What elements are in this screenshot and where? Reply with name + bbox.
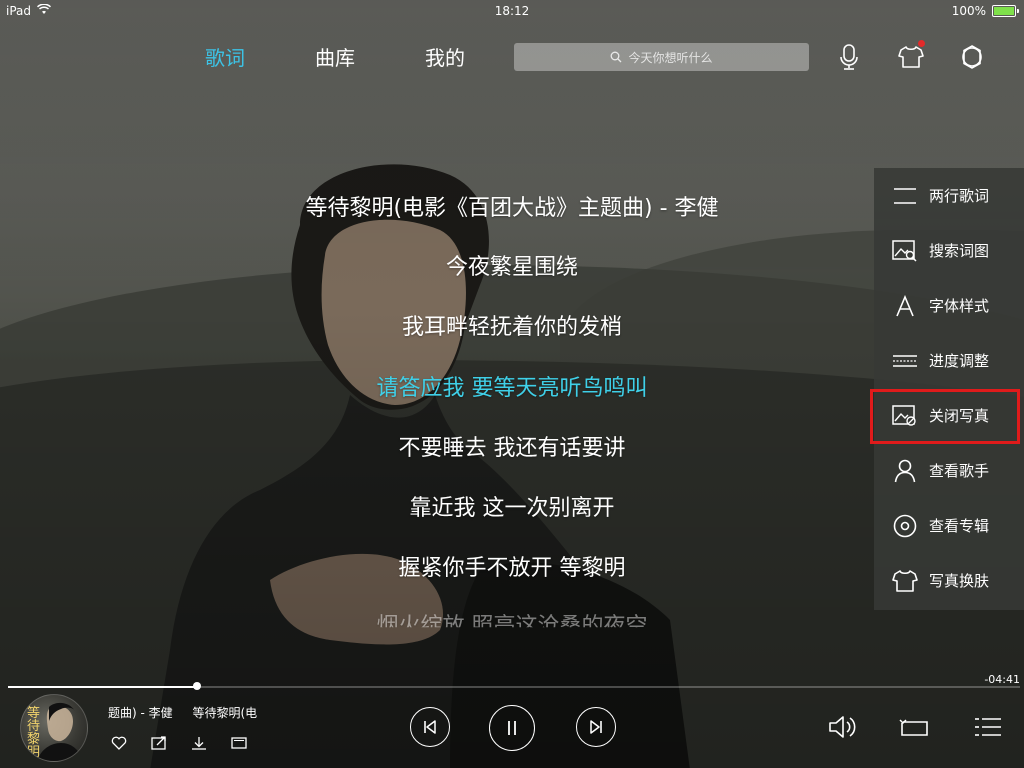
tshirt-skin-icon [898, 46, 924, 68]
microphone-button[interactable] [834, 40, 864, 74]
lyric-line: 靠近我 这一次别离开 [409, 496, 615, 521]
status-bar: iPad 18:12 100% [0, 0, 1024, 22]
cover-portrait [37, 702, 83, 761]
volume-button[interactable] [826, 712, 860, 742]
loop-mode-icon [899, 719, 928, 736]
search-icon [610, 48, 622, 67]
pause-icon [508, 721, 516, 735]
album-cover[interactable]: 等待黎明 [20, 694, 88, 762]
two-lines-icon [888, 186, 922, 206]
search-placeholder: 今天你想听什么 [628, 50, 713, 65]
settings-gear-icon [962, 45, 982, 69]
battery-icon [992, 5, 1019, 17]
loop-mode-button[interactable] [898, 712, 932, 742]
status-time: 18:12 [494, 4, 530, 18]
person-icon [888, 459, 922, 483]
next-button[interactable] [576, 707, 616, 747]
microphone-icon [840, 44, 858, 70]
image-search-icon [888, 239, 922, 262]
mv-icon[interactable] [230, 735, 248, 751]
song-album-scroll: 等待黎明(电 [192, 706, 258, 720]
top-tabs: 歌词 曲库 我的 [205, 42, 535, 71]
progress-fill [8, 686, 198, 688]
share-icon[interactable] [150, 735, 168, 751]
font-a-icon [888, 294, 922, 317]
progress-adjust-icon [888, 353, 922, 369]
menu-label: 进度调整 [929, 352, 990, 370]
menu-label: 查看歌手 [929, 462, 990, 480]
tab-lyrics[interactable]: 歌词 [205, 42, 315, 71]
menu-font-style[interactable]: 字体样式 [874, 278, 1024, 333]
download-icon[interactable] [190, 735, 208, 751]
previous-icon [424, 720, 436, 734]
tshirt-icon [888, 569, 922, 593]
search-input[interactable]: 今天你想听什么 [514, 43, 809, 71]
lyric-line: 今夜繁星围绕 [445, 255, 578, 280]
menu-view-album[interactable]: 查看专辑 [874, 498, 1024, 553]
previous-button[interactable] [410, 707, 450, 747]
lyric-line: 握紧你手不放开 等黎明 [398, 556, 626, 581]
song-actions [110, 735, 248, 751]
menu-label: 字体样式 [929, 297, 990, 315]
menu-label: 两行歌词 [929, 187, 990, 205]
playback-progress-bar[interactable] [8, 682, 1020, 690]
remaining-time: -04:41 [984, 673, 1020, 686]
volume-icon [829, 716, 856, 738]
battery-percent: 100% [951, 4, 986, 18]
menu-label: 查看专辑 [929, 517, 990, 535]
next-icon [590, 720, 602, 734]
playlist-button[interactable] [971, 712, 1005, 742]
playlist-icon [975, 718, 1001, 736]
menu-photo-skin[interactable]: 写真换肤 [874, 553, 1024, 608]
song-title-scroll: 题曲) - 李健 [108, 706, 173, 720]
menu-two-line-lyrics[interactable]: 两行歌词 [874, 168, 1024, 223]
now-playing-info: 题曲) - 李健 等待黎明(电 [108, 704, 278, 721]
settings-button[interactable] [957, 40, 987, 74]
menu-label: 搜索词图 [929, 242, 990, 260]
menu-label: 写真换肤 [929, 572, 990, 590]
lyric-line: 我耳畔轻抚着你的发梢 [401, 315, 622, 340]
pause-button[interactable] [489, 705, 535, 751]
disc-icon [888, 514, 922, 538]
lyric-line-current: 请答应我 要等天亮听鸟鸣叫 [376, 376, 648, 401]
menu-search-lyric-image[interactable]: 搜索词图 [874, 223, 1024, 278]
highlight-annotation-box [870, 389, 1020, 444]
menu-progress-adjust[interactable]: 进度调整 [874, 333, 1024, 388]
tab-library[interactable]: 曲库 [315, 42, 425, 71]
lyric-line: 不要睡去 我还有话要讲 [398, 436, 626, 461]
notification-badge [918, 40, 925, 47]
menu-view-artist[interactable]: 查看歌手 [874, 443, 1024, 498]
skin-button[interactable] [896, 40, 926, 74]
lyric-line-title: 等待黎明(电影《百团大战》主题曲) - 李健 [305, 196, 719, 221]
heart-icon[interactable] [110, 735, 128, 751]
